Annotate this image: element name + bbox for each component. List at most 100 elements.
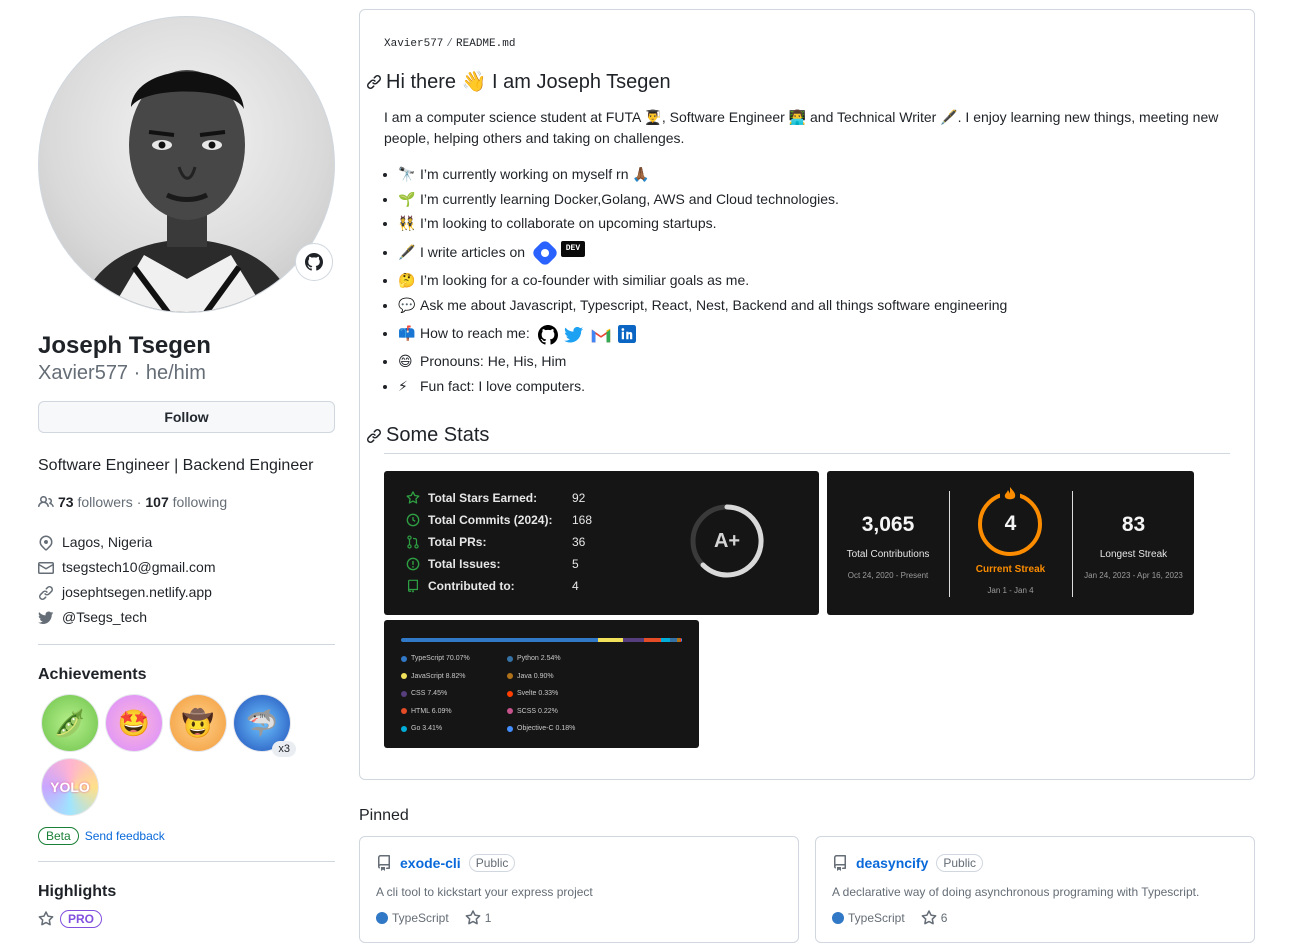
star-icon: [921, 910, 937, 925]
item-emoji: 👯: [398, 215, 416, 232]
pinned-repo-link[interactable]: deasyncify: [856, 855, 928, 871]
pull-request-icon: [407, 535, 419, 549]
stargazers-link[interactable]: 6: [921, 910, 947, 926]
feedback-row: Beta Send feedback: [38, 827, 335, 845]
language-color-dot: [376, 912, 388, 924]
mail-icon: [38, 561, 54, 574]
following-count: 107: [145, 494, 169, 510]
link-icon: [38, 585, 54, 600]
achievement-pull-shark[interactable]: 🦈 x3: [234, 695, 296, 757]
readme-owner-link[interactable]: Xavier577: [384, 38, 443, 50]
pinned-repo-card: deasyncify Public A declarative way of d…: [815, 836, 1255, 943]
sidebar-divider: [38, 861, 335, 862]
stargazers-link[interactable]: 1: [465, 910, 491, 926]
follow-button[interactable]: Follow: [38, 401, 335, 433]
history-icon: [406, 513, 420, 527]
language-legend-item: Python 2.54%: [507, 655, 561, 662]
stat-value: 4: [572, 579, 579, 593]
top-languages-card[interactable]: TypeScript 70.07% JavaScript 8.82% CSS 7.4…: [384, 620, 699, 748]
repo-language-name: TypeScript: [848, 911, 905, 925]
pinned-repo-meta: TypeScript 6: [832, 910, 947, 926]
language-color-dot: [401, 725, 407, 732]
highlights-title: Highlights: [38, 883, 117, 900]
profile-pronouns: he/him: [145, 362, 206, 384]
dev-to-icon[interactable]: DEV: [560, 241, 585, 258]
visibility-label: Public: [468, 854, 516, 872]
stat-value: 36: [572, 535, 586, 549]
longest-streak-value: 83: [1121, 513, 1146, 536]
stats-heading-text: Some Stats: [386, 424, 490, 446]
email-link[interactable]: tsegstech10@gmail.com: [62, 555, 216, 580]
language-label: JavaScript 8.82%: [411, 672, 466, 680]
pinned-repo-link[interactable]: exode-cli: [400, 855, 461, 871]
achievement-starstruck[interactable]: 🤩: [106, 695, 162, 751]
language-color-dot: [507, 725, 513, 732]
twitter-link[interactable]: @Tsegs_tech: [62, 605, 147, 630]
item-emoji: 🔭: [398, 166, 416, 182]
anchor-link-icon[interactable]: [366, 74, 382, 90]
anchor-link-icon[interactable]: [366, 428, 382, 444]
login-separator: ·: [133, 362, 141, 384]
achievement-pair-extraordinaire[interactable]: 🫛: [42, 695, 98, 751]
stat-row: Contributed to: 4: [406, 579, 579, 593]
stat-row: Total Issues: 5: [406, 557, 579, 571]
achievement-emoji: 🤩: [117, 707, 151, 738]
achievement-quickdraw[interactable]: 🤠: [170, 695, 226, 751]
language-label: CSS 7.45%: [411, 690, 448, 697]
item-text: I’m currently working on myself rn 🙏🏾: [420, 166, 650, 182]
twitter-icon[interactable]: [563, 325, 584, 345]
pinned-title: Pinned: [359, 807, 409, 824]
stat-value: 92: [572, 491, 586, 505]
github-icon[interactable]: [537, 324, 558, 345]
status-badge[interactable]: [295, 243, 333, 281]
hashnode-icon[interactable]: [533, 241, 557, 266]
people-icon: [38, 495, 54, 508]
contact-icons: [537, 324, 636, 345]
current-streak-range: Jan 1 - Jan 4: [987, 586, 1034, 595]
achievement-yolo[interactable]: YOLO: [42, 759, 98, 815]
language-legend-item: Go 3.41%: [401, 725, 442, 732]
email-item[interactable]: tsegstech10@gmail.com: [38, 555, 335, 580]
website-link[interactable]: josephtsegen.netlify.app: [62, 580, 212, 605]
following-link[interactable]: 107 following: [145, 492, 227, 512]
language-color-dot: [401, 673, 407, 679]
stat-label: Total Stars Earned:: [428, 491, 538, 505]
send-feedback-link[interactable]: Send feedback: [85, 829, 165, 843]
language-legend-item: CSS 7.45%: [401, 690, 447, 697]
sidebar-divider: [38, 644, 335, 645]
language-bar-segment: [643, 638, 661, 642]
pinned-repo-header: deasyncify Public: [832, 854, 984, 872]
language-bar-segment: [660, 638, 671, 642]
twitter-item[interactable]: @Tsegs_tech: [38, 605, 335, 630]
streak-stats-card[interactable]: 3,065 Total Contributions Oct 24, 2020 -…: [827, 471, 1194, 615]
avatar[interactable]: [38, 16, 335, 313]
pro-badge[interactable]: PRO: [60, 910, 103, 928]
stat-row: Total Commits (2024): 168: [406, 513, 592, 527]
website-item[interactable]: josephtsegen.netlify.app: [38, 580, 335, 605]
gmail-icon[interactable]: [590, 325, 612, 345]
current-streak-column: 4 Current Streak Jan 1 - Jan 4: [950, 471, 1071, 615]
list-item: 💬Ask me about Javascript, Typescript, Re…: [398, 293, 1218, 318]
language-legend-item: Java 0.90%: [507, 673, 554, 680]
followers-count: 73: [58, 494, 74, 510]
repo-language: TypeScript: [832, 911, 905, 925]
repo-icon: [378, 855, 390, 871]
github-stats-card[interactable]: Total Stars Earned: 92 Total Commits (20…: [384, 471, 819, 615]
achievement-emoji: 🦈: [245, 707, 279, 738]
repo-language: TypeScript: [376, 911, 449, 925]
readme-card: Xavier577/README.md Hi there 👋 I am Jose…: [359, 9, 1255, 780]
pinned-repo-meta: TypeScript 1: [376, 910, 491, 926]
language-label: HTML 6.09%: [411, 707, 452, 715]
linkedin-icon[interactable]: [617, 324, 636, 343]
readme-heading-text: Hi there 👋 I am Joseph Tsegen: [386, 71, 671, 93]
language-legend-item: Svelte 0.33%: [507, 690, 558, 697]
avatar-container: [38, 16, 335, 313]
readme-list: 🔭I’m currently working on myself rn 🙏🏾 🌱…: [398, 162, 1218, 399]
repo-icon: [834, 855, 846, 871]
article-platforms: DEV: [533, 241, 585, 266]
stat-value: 168: [572, 513, 593, 527]
followers-link[interactable]: 73 followers: [58, 492, 133, 512]
item-emoji: 😄: [398, 353, 413, 370]
beta-label: Beta: [38, 827, 79, 845]
list-item: 🌱I’m currently learning Docker,Golang, A…: [398, 187, 1218, 212]
